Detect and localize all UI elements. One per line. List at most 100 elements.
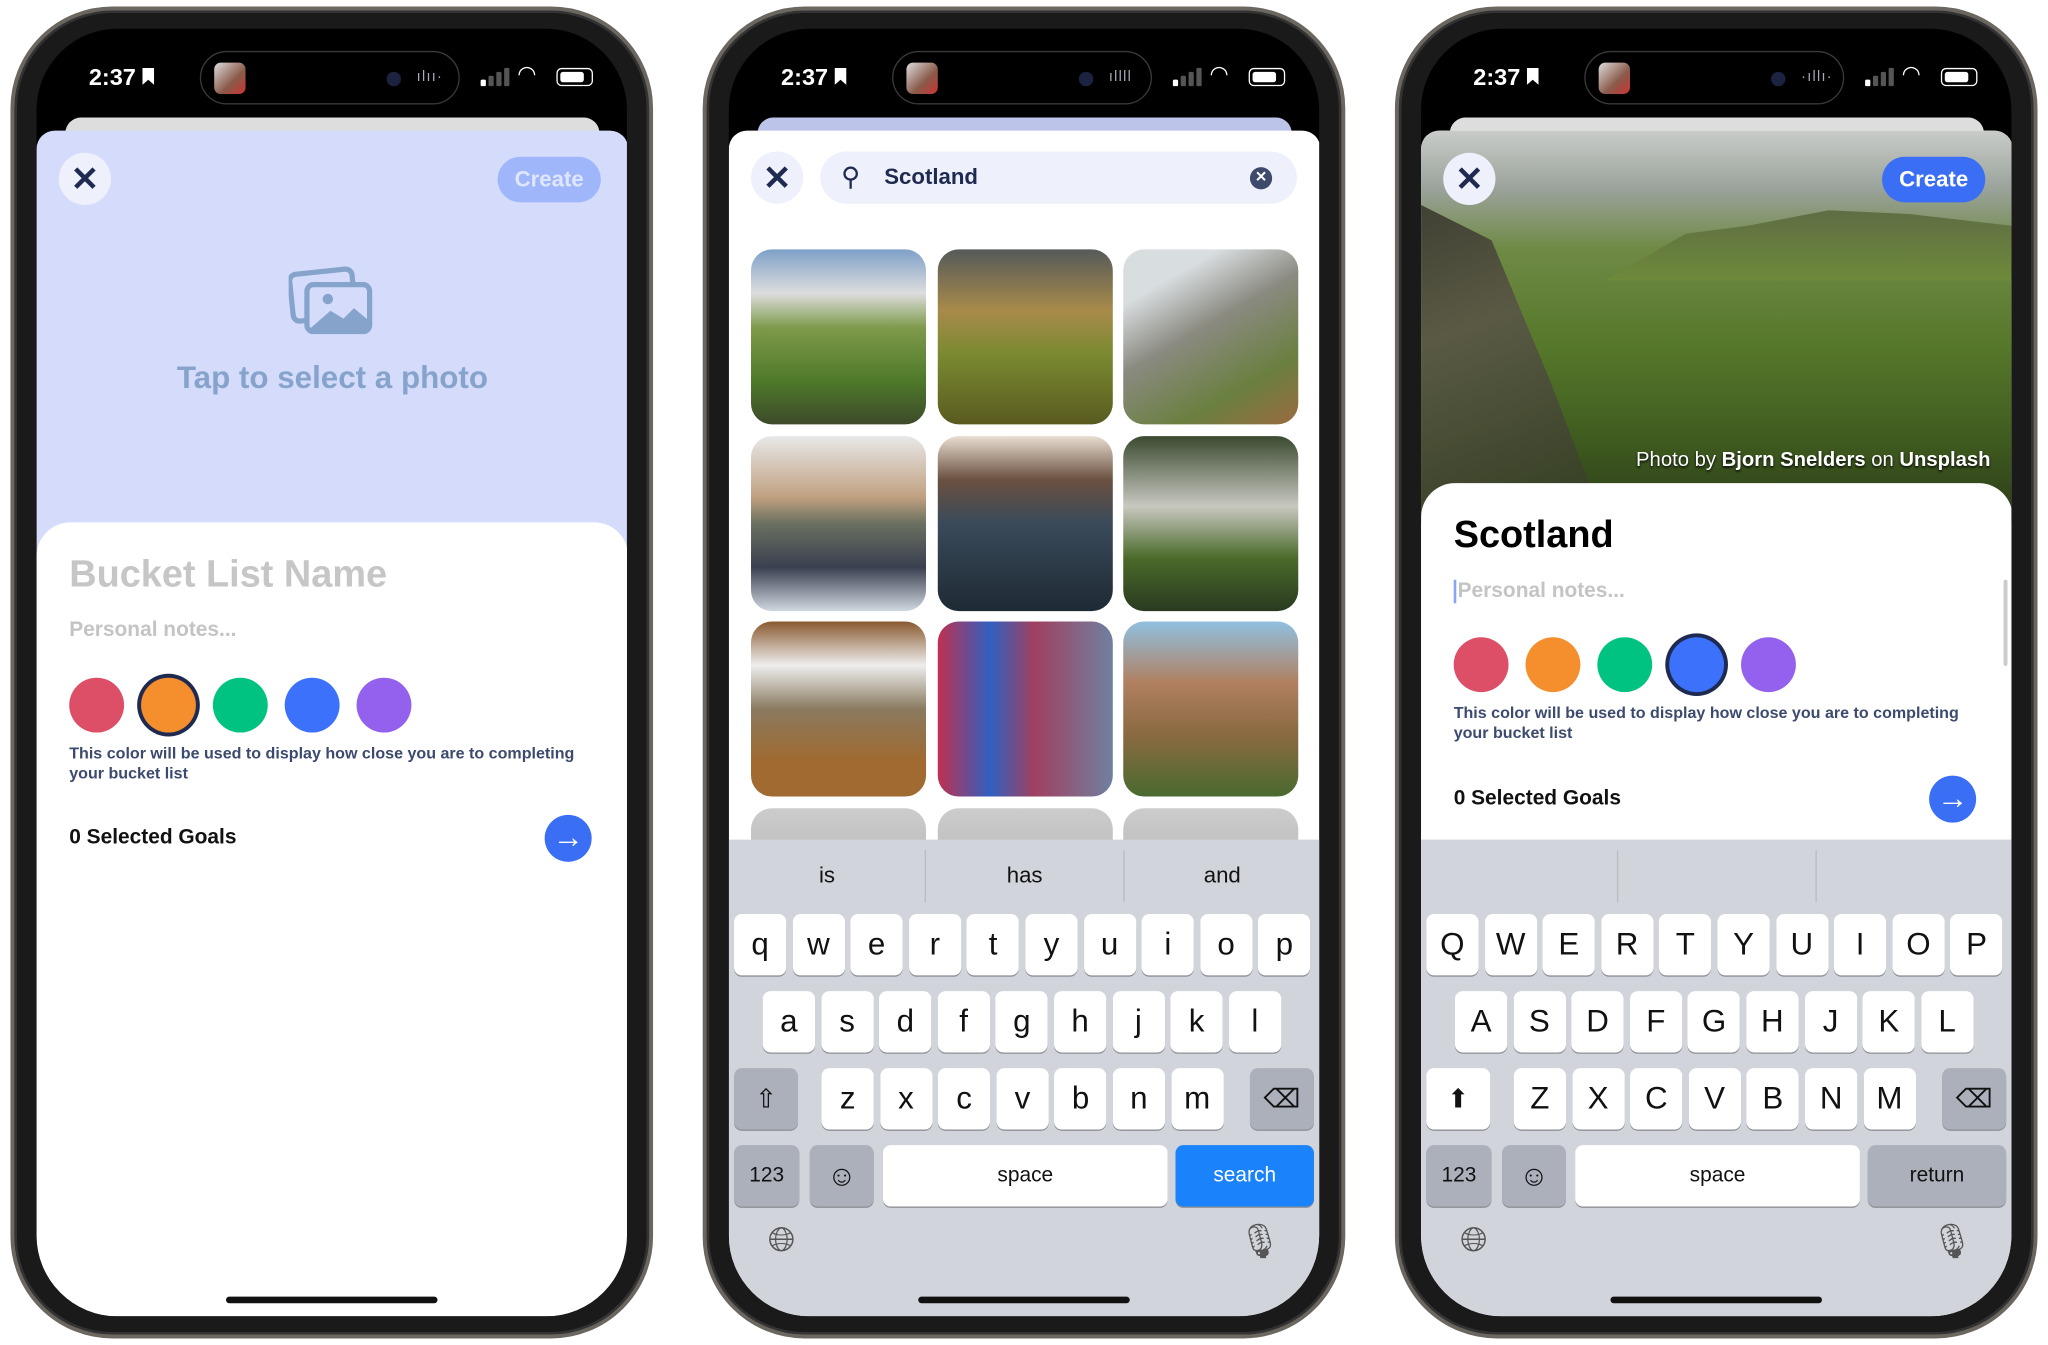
key-s[interactable]: S [1513, 991, 1566, 1053]
key-m[interactable]: m [1171, 1068, 1224, 1130]
search-field[interactable]: ⚲ Scotland ✕ [820, 151, 1297, 204]
suggestion[interactable] [1421, 850, 1619, 903]
color-orange[interactable] [1525, 637, 1581, 693]
suggestion[interactable]: and [1124, 850, 1319, 902]
key-g[interactable]: G [1687, 991, 1741, 1053]
color-orange[interactable] [141, 677, 196, 733]
microphone-icon[interactable]: 🎙︎ [1930, 1221, 1973, 1261]
key-m[interactable]: M [1863, 1068, 1916, 1130]
key-x[interactable]: X [1572, 1068, 1625, 1130]
key-k[interactable]: k [1170, 991, 1223, 1053]
credit-author-link[interactable]: Bjorn Snelders [1722, 449, 1866, 471]
close-button[interactable]: ✕ [1443, 152, 1496, 206]
key-w[interactable]: W [1484, 914, 1537, 976]
photo-result[interactable] [937, 249, 1113, 425]
key-u[interactable]: u [1083, 914, 1136, 976]
key-x[interactable]: x [879, 1068, 933, 1130]
key-r[interactable]: r [908, 914, 962, 976]
key-n[interactable]: N [1805, 1068, 1858, 1130]
key-v[interactable]: V [1688, 1068, 1741, 1130]
key-c[interactable]: C [1630, 1068, 1683, 1130]
search-key[interactable]: search [1175, 1145, 1314, 1207]
color-red[interactable] [1453, 637, 1509, 693]
key-l[interactable]: L [1921, 991, 1974, 1053]
microphone-icon[interactable]: 🎙︎ [1238, 1221, 1281, 1261]
color-green[interactable] [1597, 637, 1653, 693]
key-c[interactable]: c [938, 1068, 991, 1130]
shift-key[interactable]: ⇧ [734, 1068, 799, 1130]
photo-result[interactable] [751, 249, 927, 425]
suggestion[interactable]: is [729, 850, 927, 903]
name-input[interactable]: Bucket List Name [69, 554, 387, 597]
key-z[interactable]: z [821, 1068, 874, 1130]
key-d[interactable]: d [879, 991, 932, 1053]
color-red[interactable] [69, 677, 125, 733]
photo-result[interactable] [751, 435, 927, 611]
key-d[interactable]: D [1571, 991, 1624, 1053]
key-p[interactable]: p [1258, 914, 1311, 976]
clear-search-icon[interactable]: ✕ [1249, 167, 1273, 190]
delete-key[interactable]: ⌫ [1942, 1068, 2007, 1130]
suggestion[interactable]: has [926, 850, 1125, 903]
numbers-key[interactable]: 123 [734, 1145, 800, 1207]
key-j[interactable]: J [1804, 991, 1857, 1053]
space-key[interactable]: space [882, 1145, 1168, 1207]
globe-icon[interactable]: 🌐︎ [1460, 1220, 1487, 1262]
key-a[interactable]: a [762, 991, 816, 1053]
search-input[interactable]: Scotland [884, 165, 978, 191]
key-h[interactable]: h [1054, 991, 1107, 1053]
key-s[interactable]: s [821, 991, 874, 1053]
goals-next-button[interactable]: → [1929, 775, 1977, 823]
globe-icon[interactable]: 🌐︎ [768, 1220, 795, 1262]
key-o[interactable]: O [1892, 914, 1945, 976]
create-button[interactable]: Create [497, 156, 601, 203]
key-z[interactable]: Z [1513, 1068, 1567, 1130]
key-h[interactable]: H [1746, 991, 1799, 1053]
key-l[interactable]: l [1228, 991, 1282, 1053]
key-b[interactable]: b [1054, 1068, 1107, 1130]
goals-next-button[interactable]: → [544, 814, 592, 862]
photo-result[interactable] [1123, 435, 1299, 611]
notes-input[interactable]: Personal notes... [69, 619, 236, 643]
space-key[interactable]: space [1575, 1145, 1860, 1207]
color-green[interactable] [212, 677, 268, 733]
key-e[interactable]: E [1542, 914, 1595, 976]
key-r[interactable]: R [1601, 914, 1654, 976]
scrollbar[interactable] [2003, 579, 2008, 666]
suggestion[interactable] [1816, 850, 2011, 902]
key-q[interactable]: q [734, 914, 787, 976]
key-n[interactable]: n [1112, 1068, 1166, 1130]
photo-result[interactable] [1123, 249, 1299, 425]
key-t[interactable]: t [967, 914, 1020, 976]
key-o[interactable]: o [1200, 914, 1253, 976]
color-purple[interactable] [356, 677, 412, 733]
color-purple[interactable] [1741, 637, 1796, 693]
name-input[interactable]: Scotland [1454, 514, 1614, 557]
key-y[interactable]: Y [1717, 914, 1770, 976]
emoji-key[interactable]: ☺ [1502, 1145, 1567, 1207]
close-button[interactable]: ✕ [751, 151, 804, 204]
select-photo-area[interactable]: Tap to select a photo [37, 248, 627, 418]
photo-result[interactable] [937, 435, 1113, 611]
color-blue[interactable] [284, 677, 340, 733]
photo-result[interactable] [937, 621, 1113, 797]
delete-key[interactable]: ⌫ [1249, 1068, 1314, 1130]
key-k[interactable]: K [1862, 991, 1915, 1053]
key-g[interactable]: g [995, 991, 1049, 1053]
return-key[interactable]: return [1867, 1145, 2007, 1207]
notes-input[interactable]: Personal notes... [1453, 579, 1625, 604]
key-f[interactable]: f [937, 991, 990, 1053]
key-j[interactable]: j [1112, 991, 1165, 1053]
key-y[interactable]: y [1025, 914, 1078, 976]
numbers-key[interactable]: 123 [1426, 1145, 1492, 1207]
key-i[interactable]: I [1834, 914, 1887, 976]
photo-result[interactable] [751, 621, 927, 797]
key-e[interactable]: e [850, 914, 903, 976]
close-button[interactable]: ✕ [58, 152, 112, 206]
photo-result[interactable] [1123, 621, 1299, 797]
key-u[interactable]: U [1775, 914, 1829, 976]
key-w[interactable]: w [792, 914, 845, 976]
key-b[interactable]: B [1746, 1068, 1800, 1130]
key-p[interactable]: P [1950, 914, 2003, 976]
key-a[interactable]: A [1454, 991, 1508, 1053]
